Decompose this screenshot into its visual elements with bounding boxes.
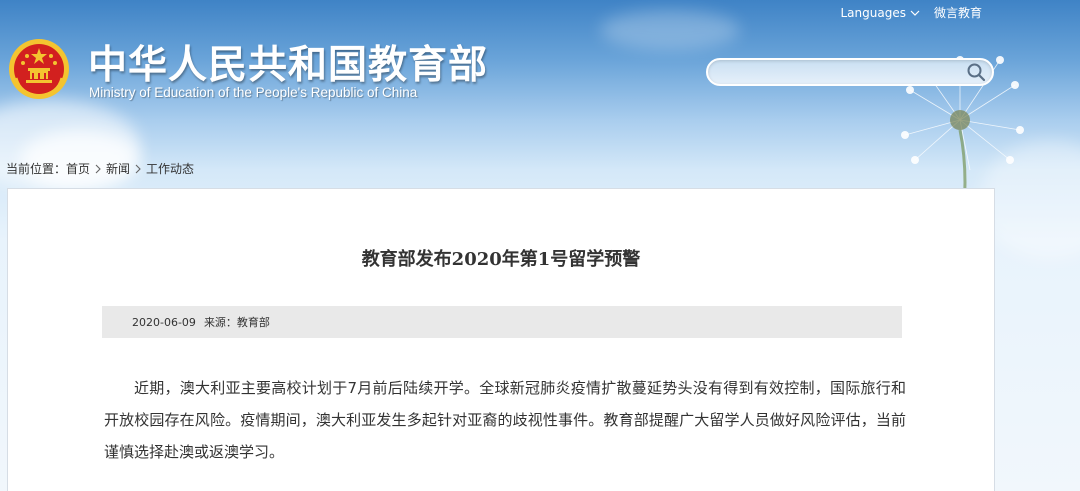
cloud-decoration — [600, 10, 740, 50]
languages-dropdown[interactable]: Languages — [841, 6, 920, 20]
site-title-english: Ministry of Education of the People's Re… — [89, 85, 418, 100]
search-icon[interactable] — [966, 62, 986, 82]
breadcrumb-prefix: 当前位置： — [6, 162, 67, 176]
article-date: 2020-06-09 — [132, 315, 196, 329]
languages-label: Languages — [840, 5, 906, 20]
site-title: 中华人民共和国教育部 — [88, 43, 489, 88]
article-body: 近期，澳大利亚主要高校计划于7月前后陆续开学。全球新冠肺炎疫情扩散蔓延势头没有得… — [104, 379, 906, 461]
article-meta: 2020-06-09 来源：教育部 — [102, 306, 902, 338]
chevron-right-icon — [135, 164, 141, 173]
breadcrumb-home[interactable]: 首页 — [66, 160, 90, 177]
breadcrumb-news[interactable]: 新闻 — [106, 160, 130, 177]
chevron-right-icon — [95, 164, 101, 173]
national-emblem-icon — [9, 39, 69, 99]
breadcrumb: 当前位置： 首页 新闻 工作动态 — [6, 160, 194, 177]
search-box — [706, 58, 994, 86]
chevron-down-icon — [910, 10, 920, 16]
top-links: Languages 微言教育 — [841, 4, 983, 21]
article-card: 教育部发布2020年第1号留学预警 2020-06-09 来源：教育部 近期，澳… — [7, 188, 995, 491]
article-source: 来源：教育部 — [203, 316, 270, 329]
breadcrumb-work-news[interactable]: 工作动态 — [146, 160, 194, 177]
article-title: 教育部发布2020年第1号留学预警 — [361, 249, 641, 270]
search-input[interactable] — [720, 63, 964, 83]
page: Languages 微言教育 中华人民共和国教育部 Ministry of Ed… — [0, 0, 1080, 491]
weixin-link[interactable]: 微言教育 — [934, 4, 982, 21]
